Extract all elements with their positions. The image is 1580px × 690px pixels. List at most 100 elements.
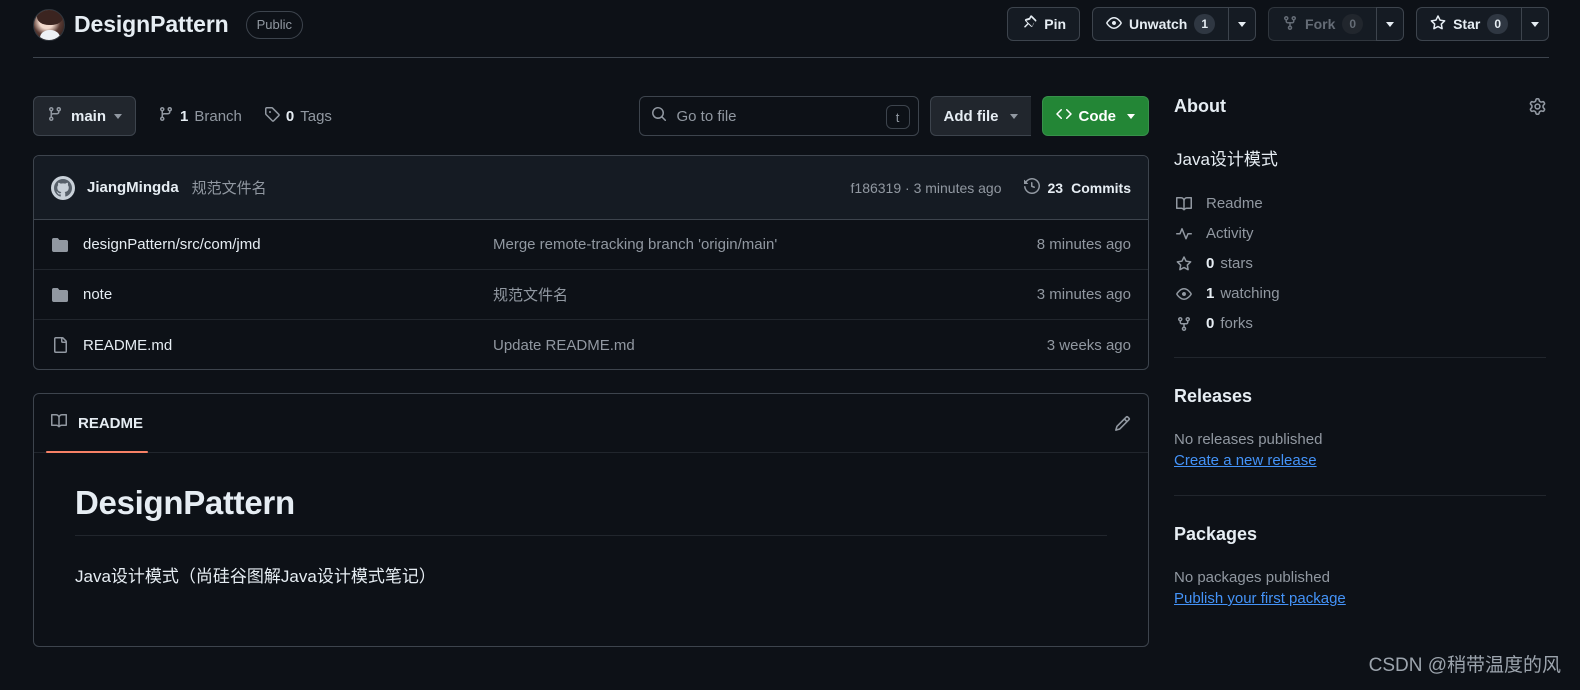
- gear-icon[interactable]: [1529, 98, 1546, 115]
- fork-button[interactable]: Fork 0: [1268, 7, 1377, 41]
- file-commit-message[interactable]: 规范文件名: [493, 284, 1037, 305]
- branches-label: Branch: [194, 107, 242, 125]
- chevron-down-icon: [1009, 113, 1018, 119]
- file-timestamp: 8 minutes ago: [1036, 236, 1131, 253]
- tags-link[interactable]: 0 Tags: [264, 106, 332, 126]
- file-icon: [51, 337, 68, 353]
- user-avatar[interactable]: [33, 8, 65, 41]
- tab-readme-label: README: [78, 414, 144, 432]
- commits-count: 23: [1047, 179, 1064, 196]
- chevron-down-icon: [1386, 21, 1395, 27]
- file-link[interactable]: designPattern/src/com/jmd: [83, 236, 493, 253]
- fork-icon: [1174, 316, 1193, 332]
- avatar[interactable]: [51, 175, 75, 200]
- releases-heading: Releases: [1174, 386, 1253, 406]
- star-button[interactable]: Star 0: [1416, 7, 1521, 41]
- star-count: 0: [1487, 13, 1508, 35]
- unwatch-label: Unwatch: [1129, 16, 1188, 32]
- watching-count: 1: [1206, 285, 1215, 302]
- file-list-panel: JiangMingda 规范文件名 f186319 · 3 minutes ag…: [33, 155, 1149, 370]
- repo-header: DesignPattern Public Pin Unwatch 1 Fork …: [0, 0, 1580, 49]
- file-link[interactable]: note: [83, 286, 493, 303]
- branch-selector[interactable]: main: [33, 96, 137, 136]
- file-commit-message[interactable]: Update README.md: [493, 337, 1047, 354]
- code-button[interactable]: Code: [1041, 96, 1149, 136]
- about-meta-list: Readme Activity 0 stars 1 watching 0 for…: [1174, 195, 1546, 332]
- sidebar-item-label: stars: [1220, 255, 1253, 272]
- code-icon: [1055, 106, 1072, 126]
- readme-paragraph: Java设计模式（尚硅谷图解Java设计模式笔记）: [75, 567, 436, 586]
- branches-count: 1: [180, 107, 189, 125]
- table-row[interactable]: README.md Update README.md 3 weeks ago: [34, 320, 1148, 369]
- search-icon: [651, 106, 667, 127]
- file-timestamp: 3 weeks ago: [1046, 336, 1131, 354]
- readme-panel: README DesignPattern Java设计模式（尚硅谷图解Java设…: [33, 393, 1149, 647]
- sidebar-item-activity[interactable]: Activity: [1174, 225, 1546, 242]
- create-release-link[interactable]: Create a new release: [1174, 452, 1317, 469]
- packages-empty-text: No packages published: [1174, 569, 1330, 586]
- pin-button[interactable]: Pin: [1007, 7, 1081, 41]
- pin-icon: [1021, 14, 1037, 34]
- star-icon: [1174, 255, 1193, 272]
- watermark: CSDN @稍带温度的风: [1368, 655, 1561, 676]
- tag-icon: [264, 106, 280, 126]
- table-row[interactable]: note 规范文件名 3 minutes ago: [34, 270, 1148, 320]
- add-file-split-button: Add file: [929, 96, 1031, 136]
- sidebar-item-label: Readme: [1206, 195, 1263, 212]
- pencil-icon[interactable]: [1114, 415, 1131, 432]
- header-actions: Pin Unwatch 1 Fork 0 Star 0: [1007, 7, 1549, 41]
- table-row[interactable]: designPattern/src/com/jmd Merge remote-t…: [34, 220, 1148, 270]
- pin-label: Pin: [1044, 16, 1067, 32]
- chevron-down-icon: [1238, 21, 1247, 27]
- folder-icon: [51, 287, 68, 303]
- commits-count-link[interactable]: 23 Commits: [1023, 177, 1131, 197]
- tab-readme[interactable]: README: [45, 394, 149, 453]
- file-commit-message[interactable]: Merge remote-tracking branch 'origin/mai…: [493, 236, 1037, 253]
- repository-page: DesignPattern Public Pin Unwatch 1 Fork …: [0, 0, 1580, 690]
- commits-label: Commits: [1071, 179, 1131, 196]
- repo-toolbar: main 1 Branch 0 Tags Go to file t Add fi…: [33, 96, 1149, 136]
- watch-dropdown-button[interactable]: [1228, 7, 1257, 41]
- sidebar-item-label: Activity: [1206, 225, 1254, 242]
- releases-empty-text: No releases published: [1174, 431, 1323, 448]
- status-badge: Public: [245, 10, 304, 39]
- repo-title-group: DesignPattern Public: [33, 8, 304, 41]
- fork-count: 0: [1342, 13, 1364, 35]
- commit-hash-time[interactable]: f186319 · 3 minutes ago: [851, 180, 1002, 196]
- star-label: Star: [1453, 16, 1481, 32]
- add-file-button[interactable]: Add file: [929, 96, 1031, 136]
- file-link[interactable]: README.md: [83, 337, 493, 354]
- releases-section: Releases No releases published Create a …: [1174, 386, 1546, 470]
- sidebar-item-readme[interactable]: Readme: [1174, 195, 1546, 212]
- page-title[interactable]: DesignPattern: [74, 11, 229, 38]
- eye-icon: [1174, 286, 1193, 302]
- search-input[interactable]: Go to file t: [638, 96, 919, 136]
- fork-icon: [1282, 15, 1298, 34]
- sidebar-item-stars[interactable]: 0 stars: [1174, 255, 1546, 272]
- star-dropdown-button[interactable]: [1521, 7, 1549, 41]
- commit-author[interactable]: JiangMingda: [87, 179, 179, 196]
- sidebar-item-label: forks: [1220, 315, 1253, 332]
- sidebar-item-watching[interactable]: 1 watching: [1174, 285, 1546, 302]
- eye-icon: [1106, 15, 1122, 34]
- history-icon: [1023, 177, 1040, 197]
- book-icon: [1174, 196, 1193, 212]
- branch-icon: [158, 106, 174, 126]
- folder-icon: [51, 237, 68, 253]
- star-split-button: Star 0: [1416, 7, 1549, 41]
- fork-dropdown-button[interactable]: [1376, 7, 1405, 41]
- commit-meta-group: f186319 · 3 minutes ago 23 Commits: [851, 177, 1131, 197]
- commit-message[interactable]: 规范文件名: [192, 177, 267, 198]
- branches-link[interactable]: 1 Branch: [158, 106, 242, 126]
- divider: [1174, 357, 1546, 358]
- activity-icon: [1174, 226, 1193, 242]
- about-heading: About: [1174, 96, 1546, 117]
- about-title: About: [1174, 96, 1226, 116]
- publish-package-link[interactable]: Publish your first package: [1174, 590, 1346, 607]
- unwatch-button[interactable]: Unwatch 1: [1092, 7, 1229, 41]
- readme-heading: DesignPattern: [75, 484, 1107, 536]
- sidebar-item-forks[interactable]: 0 forks: [1174, 315, 1546, 332]
- branch-label: main: [71, 107, 107, 125]
- watch-count: 1: [1194, 13, 1216, 35]
- forks-count: 0: [1206, 315, 1215, 332]
